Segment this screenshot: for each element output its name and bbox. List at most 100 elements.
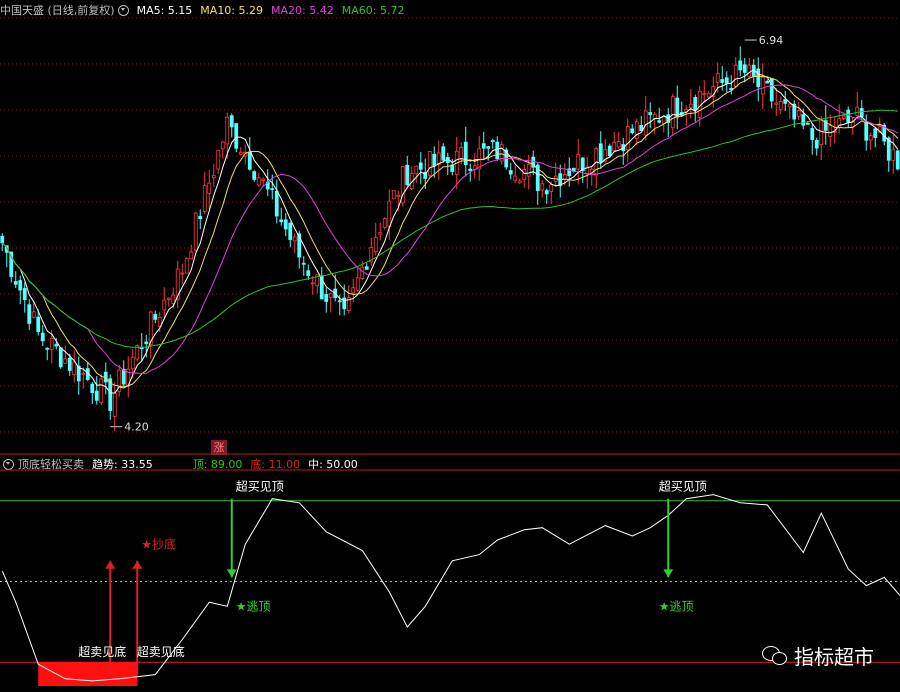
- candle-body: [328, 293, 333, 298]
- candle-body: [283, 219, 288, 230]
- candle-body: [895, 150, 900, 170]
- candle-body: [292, 236, 297, 242]
- candle-body: [612, 141, 617, 152]
- candle-body: [742, 64, 747, 73]
- candle-body: [211, 175, 216, 179]
- candle-body: [630, 128, 635, 134]
- candle-body: [144, 341, 149, 345]
- candle-body: [256, 177, 261, 186]
- candle-body: [765, 81, 770, 84]
- candle-body: [778, 101, 783, 110]
- candle-body: [738, 60, 743, 71]
- candle-body: [724, 77, 729, 84]
- candle-body: [828, 125, 833, 137]
- candle-body: [382, 218, 387, 228]
- candle-body: [864, 121, 869, 141]
- candle-body: [495, 141, 500, 160]
- candle-body: [819, 119, 824, 145]
- candle-body: [216, 150, 221, 170]
- candle-body: [733, 64, 738, 88]
- candle-body: [18, 280, 23, 291]
- candle-body: [261, 178, 266, 181]
- price-annotation: 6.94: [759, 34, 784, 47]
- candle-body: [0, 235, 5, 244]
- candle-body: [234, 123, 239, 149]
- candle-body: [486, 146, 491, 149]
- candle-body: [450, 164, 455, 172]
- candle-body: [45, 347, 50, 350]
- candle-body: [540, 183, 545, 191]
- candle-body: [706, 92, 711, 98]
- candle-body: [549, 184, 554, 192]
- candle-body: [697, 90, 702, 118]
- candle-body: [616, 141, 621, 148]
- candle-body: [481, 143, 486, 149]
- candle-body: [459, 146, 464, 160]
- candle-body: [810, 128, 815, 140]
- candle-body: [180, 272, 185, 275]
- candle-body: [873, 128, 878, 138]
- candle-body: [337, 300, 342, 303]
- candle-body: [747, 64, 752, 77]
- ma-line-ma60: [1, 109, 898, 348]
- candle-body: [99, 378, 104, 404]
- buy-arrowhead: [105, 560, 116, 569]
- candle-body: [670, 96, 675, 129]
- oversold-zone: [38, 662, 138, 686]
- candle-body: [288, 222, 293, 240]
- candle-body: [688, 103, 693, 109]
- candle-body: [238, 151, 243, 155]
- candle-body: [720, 79, 725, 83]
- candle-body: [67, 357, 72, 371]
- candle-body: [405, 164, 410, 186]
- signal-label: 超卖见底: [78, 644, 126, 659]
- moving-averages: [1, 69, 899, 394]
- candle-body: [715, 73, 720, 83]
- signal-label: ★逃顶: [236, 599, 271, 613]
- candle-body: [760, 75, 765, 95]
- signal-label: 超卖见底: [137, 644, 185, 659]
- candle-body: [522, 169, 527, 181]
- candle-body: [229, 115, 234, 128]
- candle-body: [841, 115, 846, 119]
- candle-body: [94, 390, 99, 401]
- candle-body: [513, 175, 518, 181]
- candle-body: [607, 145, 612, 157]
- candle-body: [198, 215, 203, 220]
- ma-line-ma20: [1, 84, 899, 375]
- candle-body: [162, 299, 167, 311]
- candle-body: [576, 153, 581, 170]
- chat-bubble-icon: [762, 645, 788, 666]
- candle-body: [526, 163, 531, 177]
- candle-body: [787, 103, 792, 108]
- candle-body: [40, 332, 45, 342]
- candle-body: [783, 99, 788, 104]
- candle-body: [220, 141, 225, 150]
- candle-body: [202, 185, 207, 212]
- candle-body: [72, 361, 77, 376]
- candle-body: [22, 288, 27, 301]
- candle-body: [378, 232, 383, 235]
- candle-body: [661, 116, 666, 124]
- candle-body: [675, 97, 680, 118]
- candle-body: [796, 110, 801, 117]
- candle-body: [868, 135, 873, 141]
- candle-body: [657, 120, 662, 123]
- candle-body: [27, 304, 32, 324]
- candle-body: [36, 316, 41, 333]
- stock-chart: 4.20 6.94 超卖见底 超卖见底 ★抄底 超买见顶 ★逃顶 超买见顶 ★逃顶: [0, 17, 900, 686]
- candle-body: [373, 237, 378, 253]
- candle-body: [490, 140, 495, 142]
- candle-body: [225, 116, 230, 145]
- candle-body: [648, 112, 653, 115]
- candle-body: [121, 368, 126, 385]
- sell-arrowhead: [226, 569, 237, 578]
- signal-label: 超买见顶: [659, 478, 707, 493]
- candle-body: [387, 200, 392, 227]
- candle-body: [508, 170, 513, 175]
- price-annotations: 4.20 6.94: [110, 34, 783, 434]
- candle-body: [306, 270, 311, 276]
- candle-body: [643, 110, 648, 136]
- candle-body: [247, 151, 252, 170]
- signal-label: ★逃顶: [659, 599, 694, 613]
